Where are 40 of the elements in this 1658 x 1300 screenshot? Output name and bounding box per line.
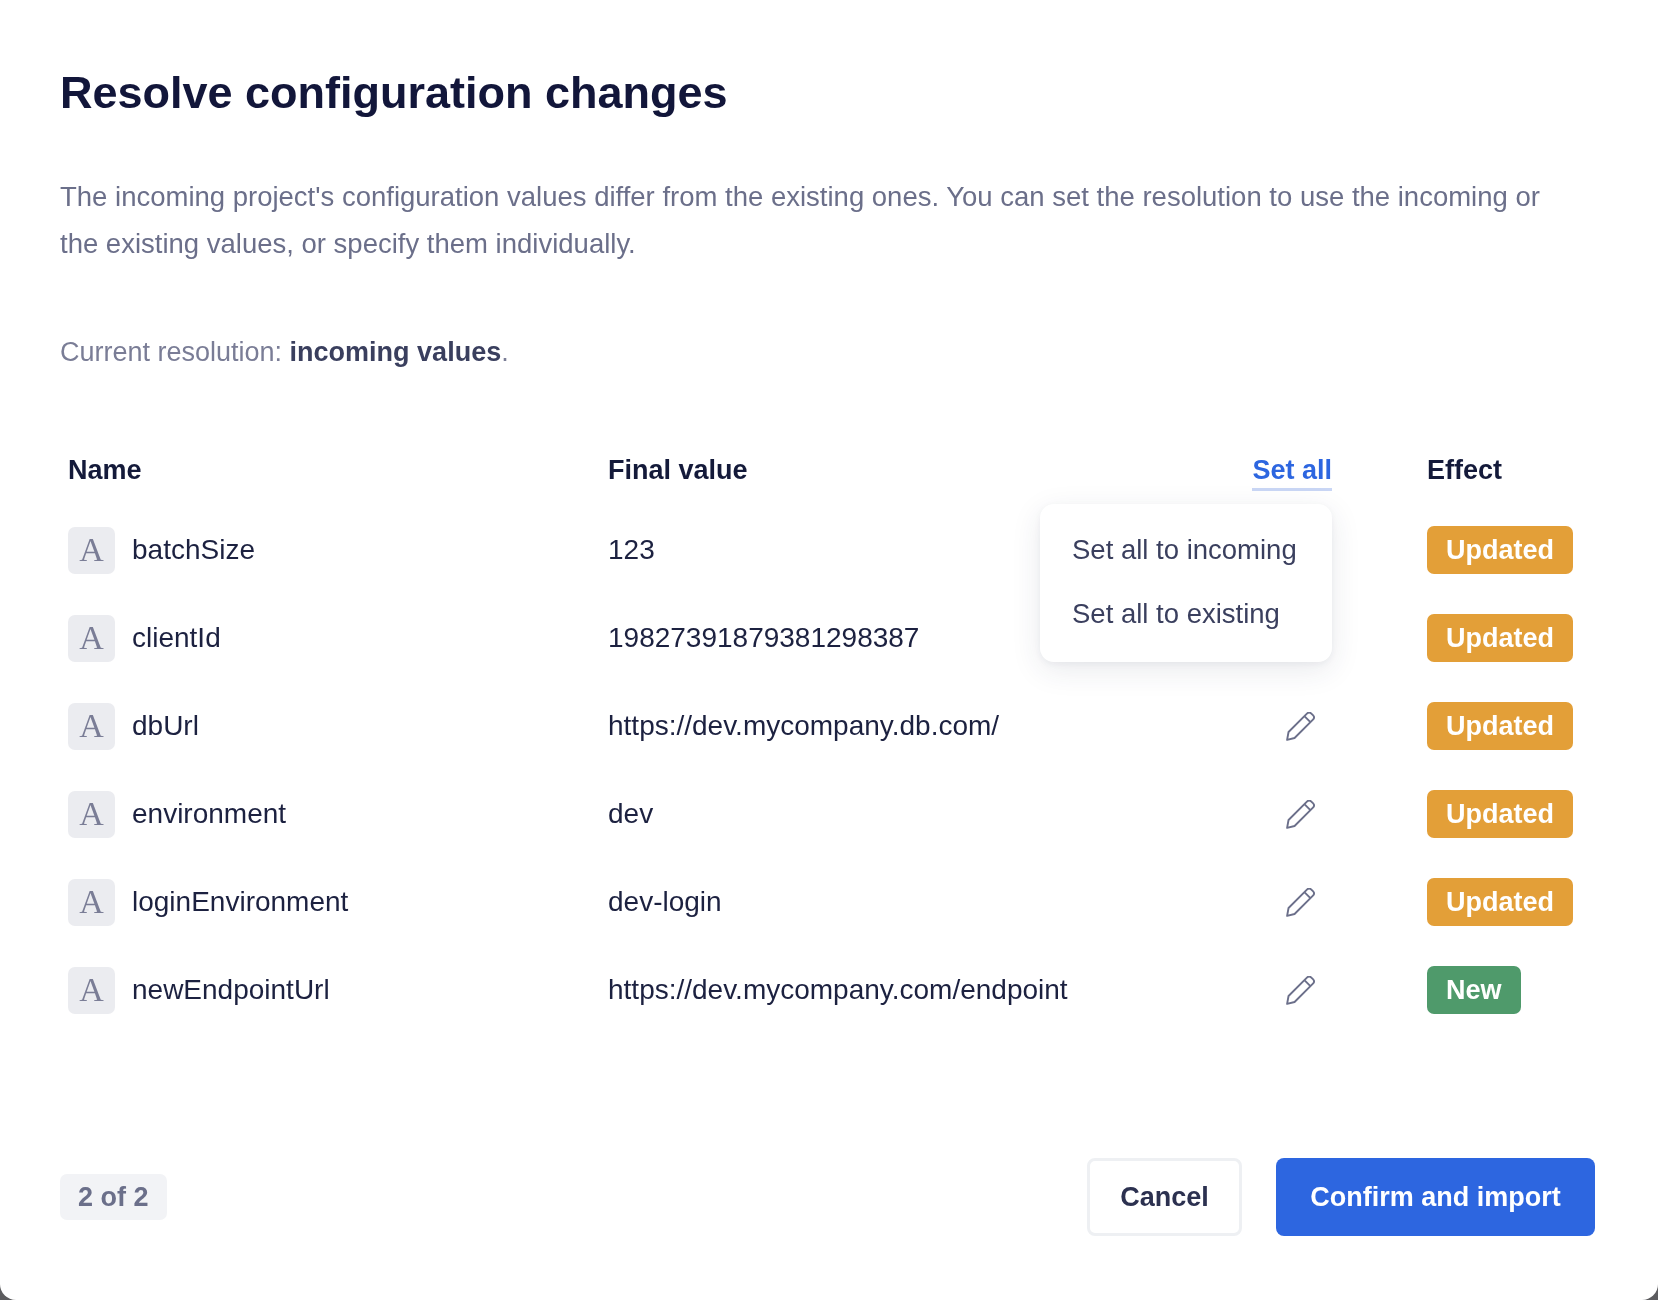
confirm-button[interactable]: Confirm and import	[1276, 1158, 1595, 1236]
pencil-icon[interactable]	[1286, 711, 1315, 741]
variable-value: https://dev.mycompany.db.com/	[608, 710, 1000, 742]
dialog-title: Resolve configuration changes	[60, 66, 728, 120]
variable-value: 19827391879381298387	[608, 622, 920, 654]
status-badge: Updated	[1427, 790, 1573, 838]
variable-name: loginEnvironment	[132, 886, 349, 918]
text-type-icon: A	[68, 878, 115, 926]
status-badge: Updated	[1427, 702, 1573, 750]
description-text: The incoming project's configuration values differ from the existing ones. You can set the resolution to use the incoming or the existing values, or specify them individually.	[60, 180, 1541, 261]
variable-value: https://dev.mycompany.com/endpoint	[608, 974, 1068, 1006]
variable-name: newEndpointUrl	[132, 974, 330, 1006]
menu-item[interactable]: Set all to incoming	[1040, 518, 1332, 582]
set-all-link[interactable]: Set all	[1252, 454, 1332, 491]
status-badge: Updated	[1427, 526, 1573, 574]
status-badge: Updated	[1427, 614, 1573, 662]
cancel-button[interactable]: Cancel	[1087, 1158, 1242, 1236]
column-header: Name	[68, 454, 142, 486]
variable-name: clientId	[132, 622, 221, 654]
status-badge: Updated	[1427, 878, 1573, 926]
pencil-icon[interactable]	[1286, 975, 1315, 1005]
pencil-icon[interactable]	[1286, 799, 1315, 829]
variable-name: batchSize	[132, 534, 255, 566]
text-type-icon: A	[68, 790, 115, 838]
variable-value: dev	[608, 798, 654, 830]
variable-name: environment	[132, 798, 287, 830]
page-indicator: 2 of 2	[60, 1174, 167, 1220]
resolution-text: Current resolution: incoming values.	[60, 336, 509, 369]
column-header: Effect	[1427, 454, 1502, 486]
text-type-icon: A	[68, 702, 115, 750]
variable-value: dev-login	[608, 886, 722, 918]
text-type-icon: A	[68, 526, 115, 574]
pencil-icon[interactable]	[1286, 887, 1315, 917]
variable-name: dbUrl	[132, 710, 199, 742]
status-badge: New	[1427, 966, 1521, 1014]
text-type-icon: A	[68, 966, 115, 1014]
variable-value: 123	[608, 534, 655, 566]
column-header: Final value	[608, 454, 748, 486]
menu-item[interactable]: Set all to existing	[1040, 582, 1332, 646]
text-type-icon: A	[68, 614, 115, 662]
